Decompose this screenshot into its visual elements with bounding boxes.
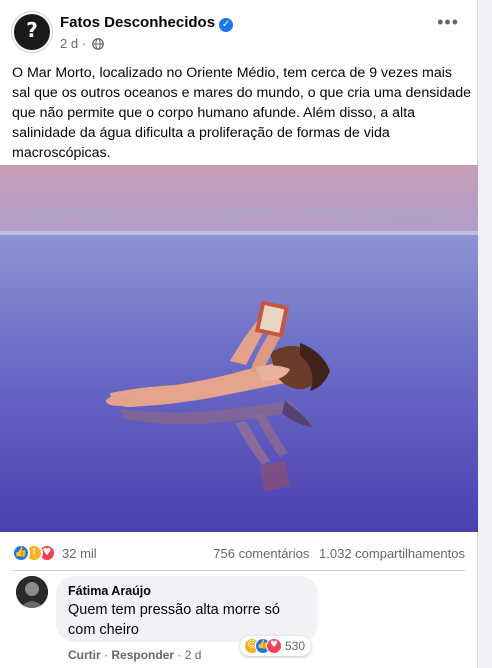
comment-actions: Curtir · Responder · 2 d <box>68 648 201 662</box>
like-reaction-icon[interactable]: 👍 <box>12 544 30 562</box>
divider <box>12 570 465 571</box>
post-meta: 2 d · <box>60 36 104 51</box>
more-options-icon[interactable]: ••• <box>437 12 459 33</box>
action-separator: · <box>177 648 182 662</box>
globe-icon <box>91 38 104 50</box>
meta-separator: · <box>81 36 87 51</box>
comment-like-button[interactable]: Curtir <box>68 648 101 662</box>
comment-reply-button[interactable]: Responder <box>111 648 174 662</box>
post-card: ? Fatos Desconhecidos ✓ 2 d · ••• O Mar M… <box>0 0 478 668</box>
post-text: O Mar Morto, localizado no Oriente Médio… <box>12 65 472 161</box>
page-avatar[interactable]: ? <box>12 12 52 52</box>
comment-author[interactable]: Fátima Araújo <box>68 584 306 598</box>
verified-badge-icon: ✓ <box>219 18 234 32</box>
engagement-counts: 👍 ! ♥ 32 mil 756 comentários 1.032 compa… <box>12 542 465 566</box>
page-name-row: Fatos Desconhecidos ✓ <box>60 14 234 32</box>
comments-count[interactable]: 756 comentários <box>213 546 309 561</box>
comment-text: Quem tem pressão alta morre só com cheir… <box>68 602 280 638</box>
comment-timestamp[interactable]: 2 d <box>185 648 202 662</box>
post-photo[interactable] <box>0 165 478 532</box>
page-name-link[interactable]: Fatos Desconhecidos <box>60 14 215 31</box>
shares-count[interactable]: 1.032 compartilhamentos <box>319 546 465 561</box>
dead-sea-photo <box>0 165 478 532</box>
action-separator: · <box>104 648 109 662</box>
comment-share-counts: 756 comentários 1.032 compartilhamentos <box>207 546 465 561</box>
person-avatar-icon <box>16 576 48 608</box>
post-header: ? Fatos Desconhecidos ✓ 2 d · ••• <box>12 12 465 52</box>
commenter-avatar[interactable] <box>16 576 48 608</box>
love-reaction-icon: ♥ <box>266 638 282 654</box>
comment-reaction-count: 530 <box>285 639 306 653</box>
question-mark-logo-icon: ? <box>26 18 38 42</box>
comment-bubble: Fátima Araújo Quem tem pressão alta morr… <box>56 576 318 642</box>
post-timestamp[interactable]: 2 d <box>60 36 78 51</box>
reaction-count[interactable]: 32 mil <box>62 546 97 561</box>
comment-reactions[interactable]: ☺👍♥ 530 <box>240 636 312 656</box>
